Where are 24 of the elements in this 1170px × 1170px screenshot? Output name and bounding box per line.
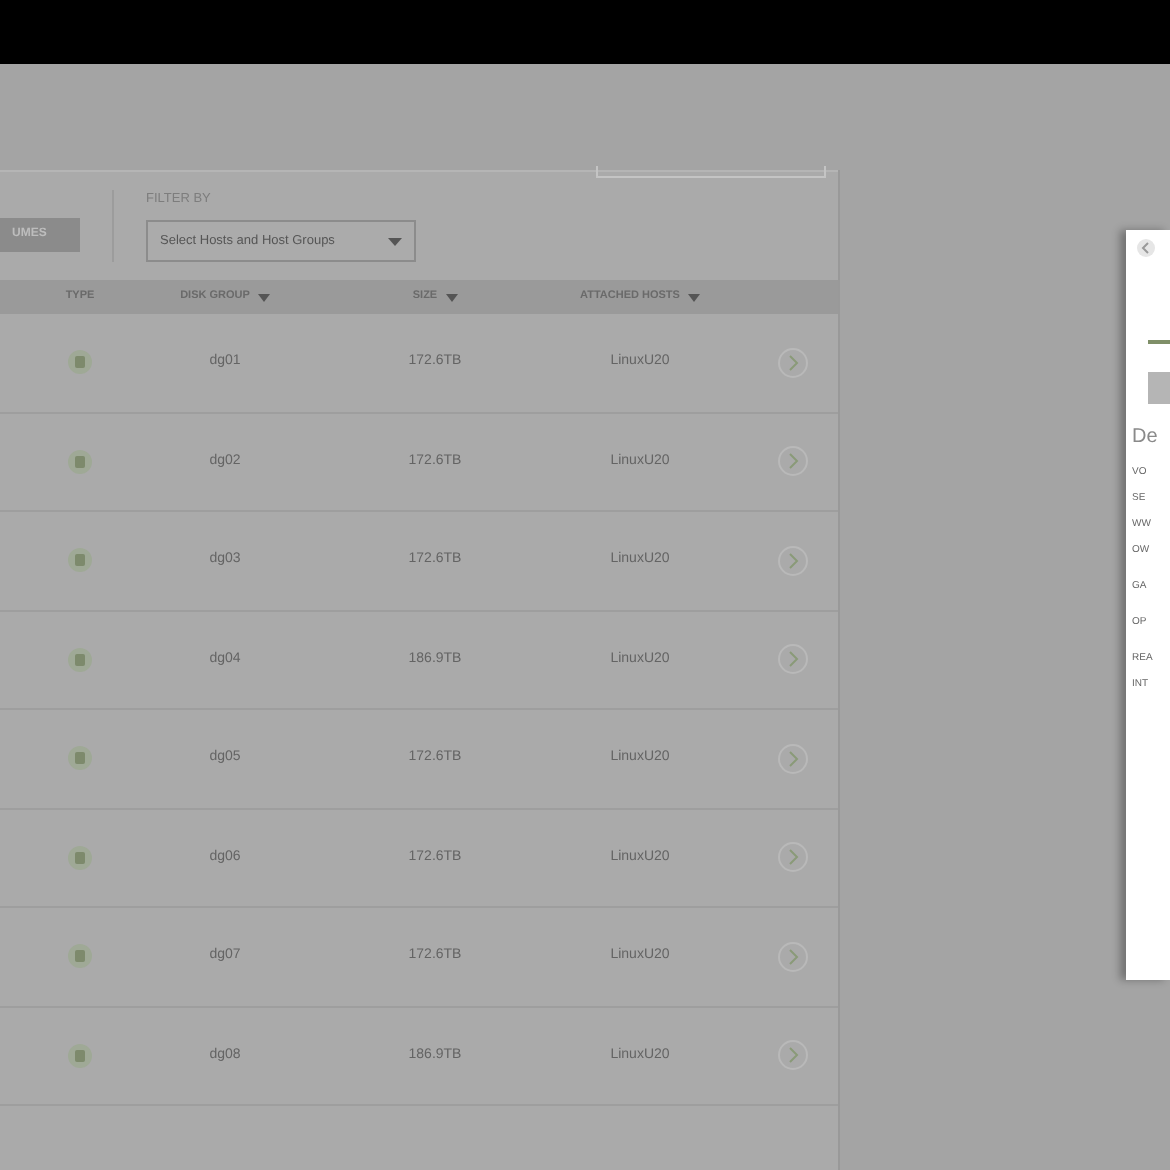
- caret-icon: [388, 237, 402, 246]
- disk-icon: [68, 1043, 92, 1068]
- sort-icon[interactable]: [445, 293, 458, 301]
- back-icon[interactable]: [1136, 238, 1156, 258]
- disk-icon: [68, 746, 92, 771]
- chevron-right-icon[interactable]: [778, 644, 808, 675]
- sort-icon[interactable]: [257, 293, 270, 301]
- disk-icon: [68, 944, 92, 969]
- chevron-right-icon[interactable]: [778, 446, 808, 477]
- disk-icon: [68, 449, 92, 474]
- disk-icon: [68, 647, 92, 672]
- disk-icon: [68, 845, 92, 870]
- chevron-right-icon[interactable]: [778, 941, 808, 972]
- chevron-right-icon[interactable]: [778, 743, 808, 774]
- detail-title: De: [1132, 424, 1160, 452]
- image-placeholder: [1148, 372, 1170, 404]
- chevron-right-icon[interactable]: [778, 1040, 808, 1071]
- chevron-right-icon[interactable]: [778, 347, 808, 378]
- search-field[interactable]: [596, 166, 826, 178]
- disk-icon: [68, 350, 92, 375]
- chevron-right-icon[interactable]: [778, 545, 808, 576]
- chevron-right-icon[interactable]: [778, 842, 808, 873]
- sort-icon[interactable]: [687, 293, 700, 301]
- disk-icon: [68, 548, 92, 573]
